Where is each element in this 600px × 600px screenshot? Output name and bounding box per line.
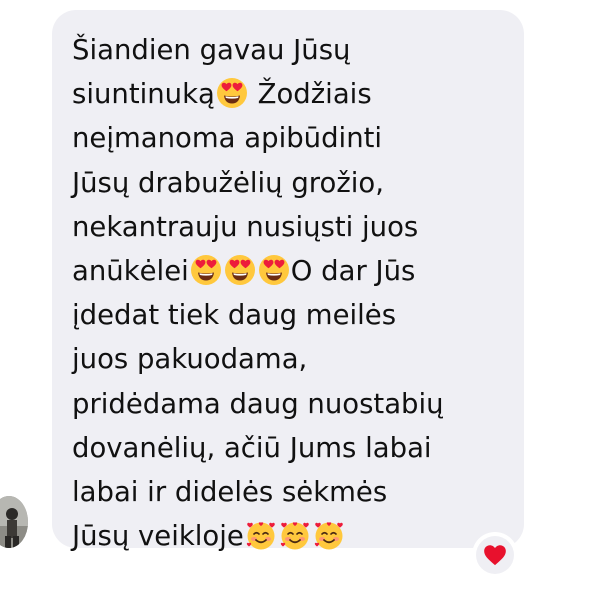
message-line: neįmanoma apibūdinti — [72, 116, 524, 160]
red-heart-icon — [484, 545, 506, 566]
message-text: neįmanoma apibūdinti — [72, 122, 383, 155]
heart-eyes-emoji — [224, 254, 256, 286]
message-text: dovanėlių, ačiū Jums labai — [72, 431, 432, 464]
message-line: juos pakuodama, — [72, 337, 524, 381]
message-text: pridėdama daug nuostabių — [72, 387, 444, 420]
message-text: Jūsų drabužėlių grožio, — [72, 166, 384, 199]
message-line: anūkėlei O dar Jūs — [72, 249, 524, 293]
reaction-badge-inner — [476, 536, 514, 574]
message-text: Šiandien gavau Jūsų — [72, 34, 351, 66]
message-text: anūkėlei — [72, 254, 189, 287]
smiling-face-with-hearts-emoji — [313, 519, 345, 551]
heart-eyes-emoji — [258, 254, 290, 286]
message-text: juos pakuodama, — [72, 343, 308, 376]
avatar-photo — [0, 496, 28, 548]
message-line: Šiandien gavau Jūsų — [72, 28, 524, 72]
message-line: įdedat tiek daug meilės — [72, 293, 524, 337]
message-line: siuntinuką Žodžiais — [72, 72, 524, 116]
message-bubble[interactable]: Šiandien gavau Jūsų siuntinuką Žodžiais ne… — [52, 10, 524, 552]
message-text: Jūsų veikloje — [72, 520, 244, 553]
message-text: nekantrauju nusiųsti juos — [72, 210, 419, 243]
message-text: labai ir didelės sėkmės — [72, 475, 388, 508]
message-text: Žodžiais — [248, 78, 372, 111]
message-line: pridėdama daug nuostabių — [72, 382, 524, 426]
smiling-face-with-hearts-emoji — [279, 519, 311, 551]
chat-thread: Šiandien gavau Jūsų siuntinuką Žodžiais ne… — [0, 0, 600, 600]
heart-eyes-emoji — [190, 254, 222, 286]
message-line: labai ir didelės sėkmės — [72, 470, 524, 514]
message-text: įdedat tiek daug meilės — [72, 299, 397, 332]
message-text: siuntinuką — [72, 78, 215, 111]
sender-avatar[interactable] — [0, 496, 28, 548]
smiling-face-with-hearts-emoji — [245, 519, 277, 551]
message-text: O dar Jūs — [290, 254, 416, 287]
heart-eyes-emoji — [216, 77, 248, 109]
message-line: dovanėlių, ačiū Jums labai — [72, 426, 524, 470]
message-line: Jūsų veikloje — [72, 514, 524, 558]
message-line: Jūsų drabužėlių grožio, — [72, 161, 524, 205]
message-line: nekantrauju nusiųsti juos — [72, 205, 524, 249]
reaction-badge[interactable] — [474, 534, 516, 576]
